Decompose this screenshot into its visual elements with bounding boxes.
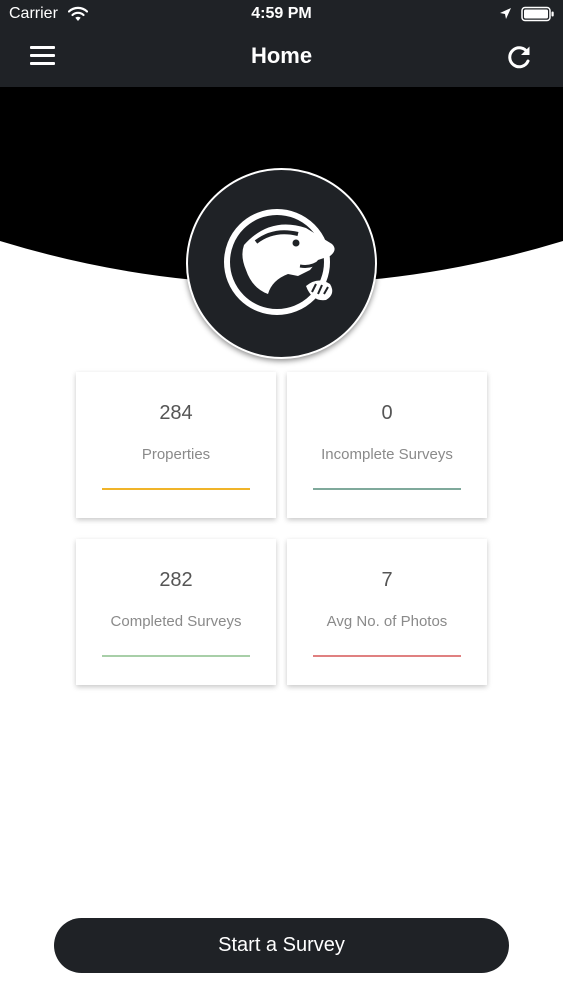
stat-card-completed-surveys[interactable]: 282 Completed Surveys — [76, 539, 276, 685]
battery-icon — [521, 6, 554, 22]
stat-value: 284 — [159, 402, 193, 424]
refresh-icon[interactable] — [505, 43, 533, 71]
stat-card-avg-photos[interactable]: 7 Avg No. of Photos — [287, 539, 487, 685]
stat-value: 282 — [159, 569, 193, 591]
status-time: 4:59 PM — [251, 5, 312, 22]
stat-label: Completed Surveys — [110, 613, 242, 630]
stat-label: Avg No. of Photos — [326, 613, 448, 630]
stat-accent-bar — [313, 488, 461, 490]
stat-label: Properties — [141, 446, 211, 463]
stat-card-properties[interactable]: 284 Properties — [76, 372, 276, 518]
page-title: Home — [250, 43, 313, 68]
bear-logo-graphic — [224, 209, 335, 315]
stat-accent-bar — [102, 488, 250, 490]
start-survey-button[interactable]: Start a Survey — [54, 918, 509, 973]
status-bar: Carrier 4:59 PM — [0, 0, 563, 30]
stat-card-incomplete-surveys[interactable]: 0 Incomplete Surveys — [287, 372, 487, 518]
stat-accent-bar — [313, 655, 461, 657]
bear-logo-icon — [186, 168, 377, 359]
stat-label: Incomplete Surveys — [321, 446, 453, 463]
home-screen: Carrier 4:59 PM Home 284 Properties 0 In… — [0, 0, 563, 1000]
location-arrow-icon — [500, 8, 511, 19]
stat-value: 7 — [381, 569, 393, 591]
stat-value: 0 — [381, 402, 393, 424]
stat-accent-bar — [102, 655, 250, 657]
top-bar: Carrier 4:59 PM Home — [0, 0, 563, 87]
